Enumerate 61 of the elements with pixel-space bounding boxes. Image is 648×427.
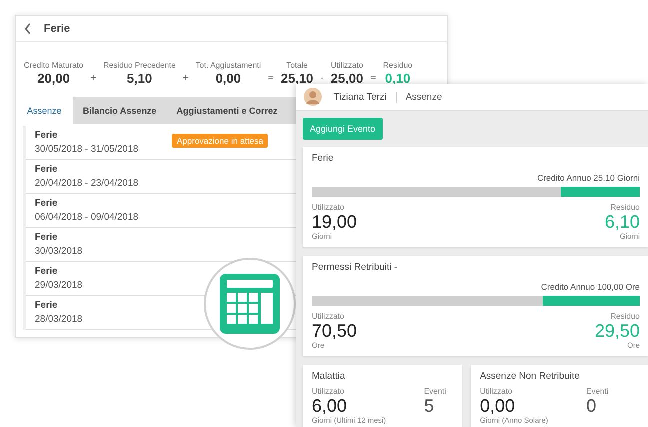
event-dates: 28/03/2018 <box>35 314 83 325</box>
events-label: Eventi <box>424 387 446 396</box>
event-type: Ferie <box>35 266 58 277</box>
operator-sign: = <box>370 73 376 86</box>
event-type: Ferie <box>35 130 58 141</box>
remaining-value: 6,10 <box>604 212 640 232</box>
remaining-value: 29,50 <box>594 321 640 341</box>
summary-value: 0,10 <box>385 71 411 86</box>
remaining-label: Residuo <box>610 203 640 212</box>
operator-sign: + <box>182 73 189 86</box>
event-type: Ferie <box>35 164 58 175</box>
events-label: Eventi <box>586 387 609 396</box>
event-dates: 29/03/2018 <box>35 280 83 291</box>
events-count: 0 <box>586 396 598 416</box>
operator-sign: = <box>268 73 274 86</box>
operator-sign: - <box>320 73 324 86</box>
summary-label: Tot. Aggiustamenti <box>196 61 262 70</box>
summary-value: 25,00 <box>330 71 364 86</box>
annual-credit: Credito Annuo 100,00 Ore <box>540 282 640 292</box>
summary-label: Residuo <box>383 61 413 70</box>
summary-value: 0,00 <box>216 71 242 86</box>
back-icon[interactable] <box>24 22 32 34</box>
used-value: 0,00 <box>480 396 516 416</box>
used-label: Utilizzato <box>312 203 346 212</box>
card-title: Malattia <box>312 371 346 382</box>
annual-credit: Credito Annuo 25.10 Giorni <box>536 173 640 183</box>
summary-label: Totale <box>286 61 308 70</box>
used-label: Utilizzato <box>480 387 514 396</box>
event-dates: 06/04/2018 - 09/04/2018 <box>35 212 139 223</box>
summary-value: 20,00 <box>38 71 70 86</box>
event-type: Ferie <box>35 198 58 209</box>
avatar-icon <box>304 88 322 106</box>
section-title: Assenze <box>406 92 442 102</box>
tab[interactable]: Bilancio Assenze <box>73 97 167 124</box>
event-type: Ferie <box>35 232 58 243</box>
card-title: Ferie <box>312 153 335 164</box>
page-title: Ferie <box>44 22 70 34</box>
summary-label: Utilizzato <box>330 61 364 70</box>
user-name: Tiziana Terzi <box>334 92 397 102</box>
tab[interactable]: Assenze <box>16 97 73 124</box>
summary-label: Credito Maturato <box>24 61 84 70</box>
used-label: Utilizzato <box>312 312 346 321</box>
tab[interactable]: Aggiustamenti e Correz <box>166 97 278 124</box>
used-value: 70,50 <box>312 321 358 341</box>
status-badge: Approvazione in attesa <box>172 134 268 148</box>
event-dates: 20/04/2018 - 23/04/2018 <box>35 178 139 189</box>
event-dates: 30/05/2018 - 31/05/2018 <box>35 144 139 155</box>
event-type: Ferie <box>35 300 58 311</box>
summary-value: 25,10 <box>281 71 314 86</box>
used-value: 19,00 <box>312 212 358 232</box>
used-label: Utilizzato <box>312 387 346 396</box>
remaining-label: Residuo <box>610 312 640 321</box>
events-count: 5 <box>424 396 436 416</box>
event-dates: 30/03/2018 <box>35 246 83 257</box>
summary-label: Residuo Precedente <box>103 61 176 70</box>
operator-sign: + <box>90 73 96 86</box>
summary-value: 5,10 <box>127 71 152 86</box>
card-title: Permessi Retribuiti - <box>312 262 399 273</box>
calculator-icon <box>220 274 280 334</box>
card-title: Assenze Non Retribuite <box>480 371 581 382</box>
used-value: 6,00 <box>312 396 348 416</box>
